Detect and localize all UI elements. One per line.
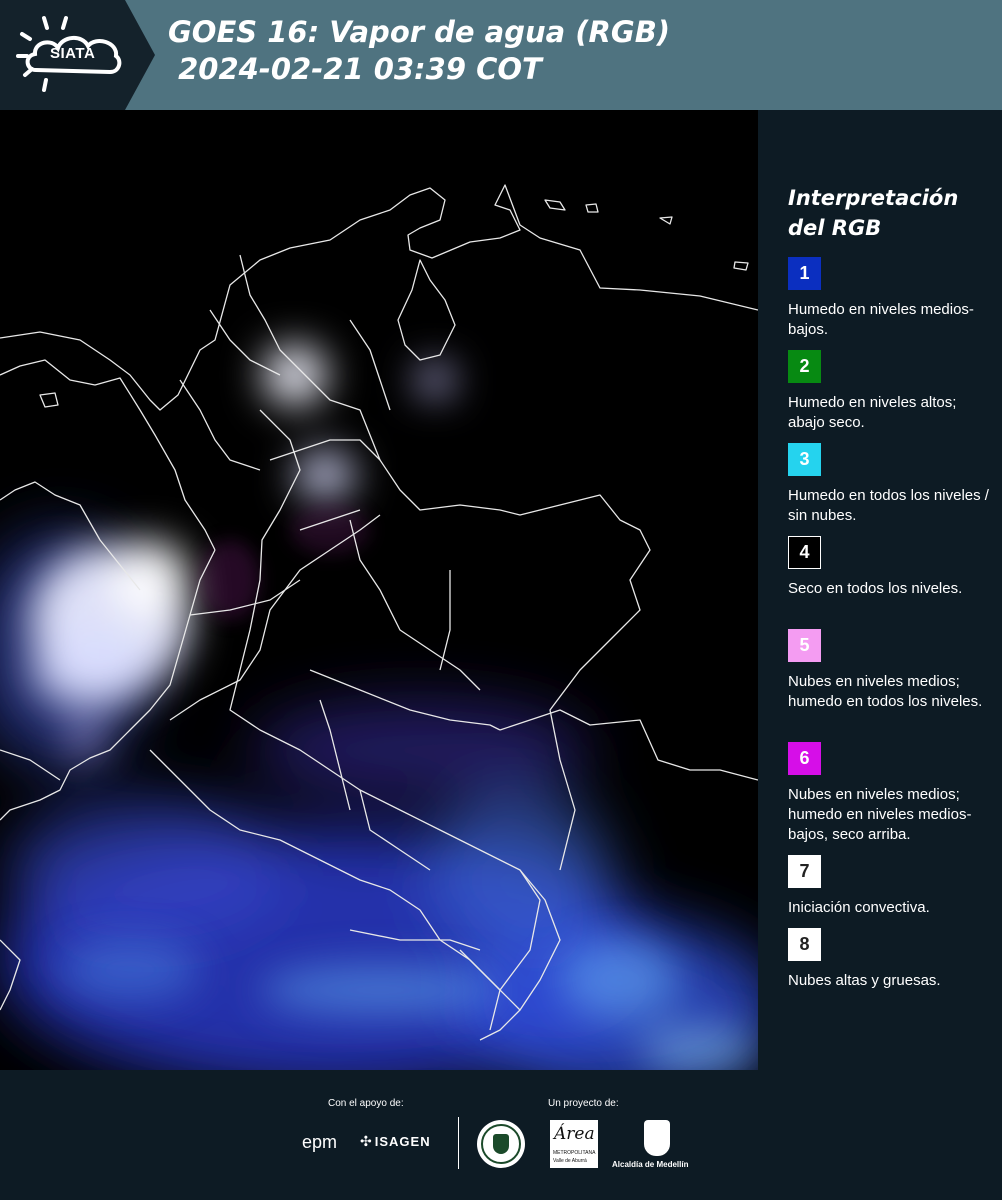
title-line-2: 2024-02-21 03:39 COT bbox=[168, 52, 542, 86]
footer: Con el apoyo de: Un proyecto de: epm ✣ I… bbox=[0, 1070, 1002, 1200]
legend-swatch-1: 1 bbox=[788, 257, 821, 290]
support-label: Con el apoyo de: bbox=[328, 1098, 404, 1109]
legend-swatch-6: 6 bbox=[788, 742, 821, 775]
area-metropolitana-logo: Área METROPOLITANA Valle de Aburrá bbox=[550, 1120, 598, 1168]
legend-description-1: Humedo en niveles medios-bajos. bbox=[788, 301, 974, 338]
legend-number-1: 1 bbox=[799, 263, 810, 283]
university-seal-icon bbox=[477, 1120, 525, 1168]
isagen-mark-icon: ✣ bbox=[360, 1133, 372, 1149]
legend-number-4: 4 bbox=[799, 542, 810, 562]
legend-item-2: 2 Humedo en niveles altos; abajo seco. bbox=[788, 350, 993, 433]
legend-description-8: Nubes altas y gruesas. bbox=[788, 972, 941, 989]
legend-title: Interpretación del RGB bbox=[788, 183, 958, 243]
legend-swatch-7: 7 bbox=[788, 855, 821, 888]
title-line-1: GOES 16: Vapor de agua (RGB) bbox=[168, 15, 671, 49]
isagen-logo-text: ISAGEN bbox=[374, 1134, 431, 1149]
legend-number-3: 3 bbox=[799, 449, 810, 469]
legend-description-2: Humedo en niveles altos; abajo seco. bbox=[788, 394, 957, 431]
legend-swatch-8: 8 bbox=[788, 928, 821, 961]
rgb-legend: Interpretación del RGB 1 Humedo en nivel… bbox=[760, 110, 1002, 1070]
footer-divider bbox=[458, 1117, 459, 1169]
siata-logo: SIATA bbox=[0, 0, 155, 110]
legend-swatch-2: 2 bbox=[788, 350, 821, 383]
legend-swatch-5: 5 bbox=[788, 629, 821, 662]
alcaldia-medellin-logo-text: Alcaldía de Medellín bbox=[612, 1160, 689, 1169]
legend-item-1: 1 Humedo en niveles medios-bajos. bbox=[788, 257, 993, 340]
legend-swatch-4: 4 bbox=[788, 536, 821, 569]
legend-item-6: 6 Nubes en niveles medios; humedo en niv… bbox=[788, 742, 993, 845]
legend-description-3: Humedo en todos los niveles / sin nubes. bbox=[788, 487, 989, 524]
header-bar: SIATA GOES 16: Vapor de agua (RGB) 2024-… bbox=[0, 0, 1002, 110]
area-logo-metropolitana: METROPOLITANA bbox=[553, 1150, 596, 1156]
legend-title-line-2: del RGB bbox=[788, 216, 882, 240]
page-title: GOES 16: Vapor de agua (RGB) 2024-02-21 … bbox=[168, 14, 670, 88]
legend-description-6: Nubes en niveles medios; humedo en nivel… bbox=[788, 786, 972, 843]
siata-logo-text: SIATA bbox=[50, 45, 96, 62]
legend-item-7: 7 Iniciación convectiva. bbox=[788, 855, 993, 918]
legend-title-line-1: Interpretación bbox=[788, 186, 959, 210]
epm-logo: epm bbox=[302, 1132, 338, 1152]
legend-item-4: 4 Seco en todos los niveles. bbox=[788, 536, 993, 599]
legend-number-8: 8 bbox=[799, 934, 810, 954]
legend-number-5: 5 bbox=[799, 635, 810, 655]
legend-description-7: Iniciación convectiva. bbox=[788, 899, 930, 916]
legend-number-7: 7 bbox=[799, 861, 810, 881]
legend-number-6: 6 bbox=[799, 748, 810, 768]
area-logo-valle: Valle de Aburrá bbox=[553, 1158, 587, 1164]
project-label: Un proyecto de: bbox=[548, 1098, 619, 1109]
legend-number-2: 2 bbox=[799, 356, 810, 376]
area-logo-mark: Área bbox=[554, 1124, 595, 1144]
legend-item-8: 8 Nubes altas y gruesas. bbox=[788, 928, 993, 991]
legend-description-5: Nubes en niveles medios; humedo en todos… bbox=[788, 673, 983, 710]
satellite-map[interactable] bbox=[0, 110, 758, 1070]
legend-swatch-3: 3 bbox=[788, 443, 821, 476]
alcaldia-seal-icon bbox=[644, 1120, 670, 1156]
legend-description-4: Seco en todos los niveles. bbox=[788, 580, 963, 597]
legend-item-3: 3 Humedo en todos los niveles / sin nube… bbox=[788, 443, 993, 526]
legend-item-5: 5 Nubes en niveles medios; humedo en tod… bbox=[788, 629, 993, 712]
isagen-logo: ✣ ISAGEN bbox=[360, 1133, 431, 1150]
